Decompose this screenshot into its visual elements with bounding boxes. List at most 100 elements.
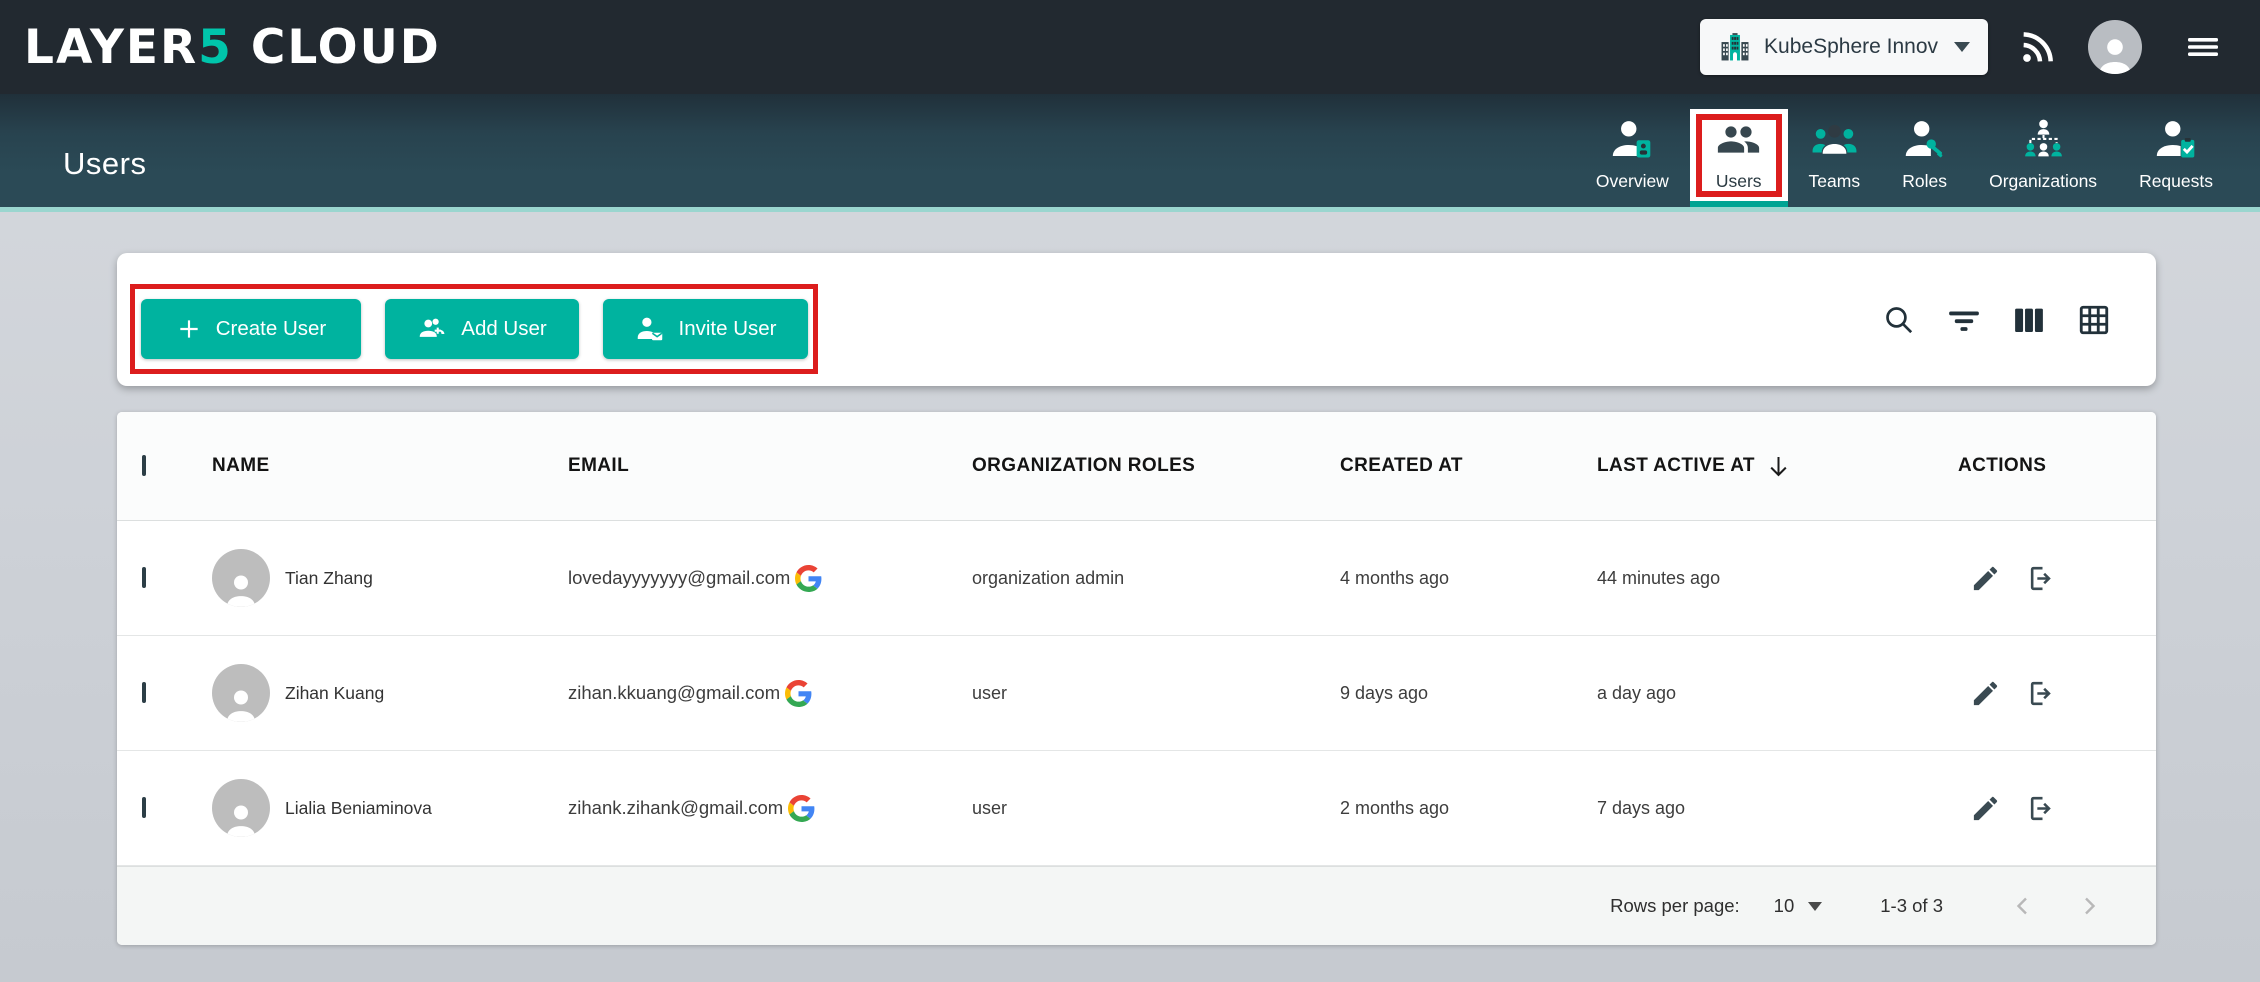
filter-icon[interactable] — [1947, 303, 1981, 337]
logout-icon[interactable] — [2027, 678, 2058, 709]
avatar — [212, 549, 270, 607]
top-app-bar: LAYER5 CLOUD — [0, 0, 2260, 94]
page-title: Users — [63, 146, 146, 182]
column-header-created-at[interactable]: CREATED AT — [1340, 455, 1597, 477]
created-at: 4 months ago — [1340, 568, 1597, 589]
tab-label: Organizations — [1989, 171, 2097, 192]
column-header-email[interactable]: EMAIL — [568, 455, 972, 477]
user-name: Tian Zhang — [285, 568, 373, 589]
tab-users[interactable]: Users — [1690, 109, 1788, 207]
organization-selector[interactable]: KubeSphere Innov — [1700, 19, 1988, 75]
row-checkbox[interactable] — [142, 567, 146, 588]
org-roles: user — [972, 798, 1340, 819]
logo-text-5: 5 — [198, 24, 233, 71]
rss-icon[interactable] — [2018, 27, 2058, 67]
last-active-at: 44 minutes ago — [1597, 568, 1958, 589]
organization-selector-label: KubeSphere Innov — [1764, 35, 1938, 59]
users-table: NAME EMAIL ORGANIZATION ROLES CREATED AT… — [117, 412, 2156, 945]
search-icon[interactable] — [1882, 303, 1916, 337]
table-pagination: Rows per page: 10 1-3 of 3 — [117, 866, 2156, 945]
person-badge-icon — [1610, 116, 1655, 162]
building-icon — [1718, 30, 1752, 64]
section-navbar: Users Overview Users — [0, 94, 2260, 212]
google-icon — [795, 565, 822, 592]
button-label: Add User — [461, 317, 546, 341]
people-icon — [1716, 116, 1761, 162]
button-label: Create User — [216, 317, 327, 341]
avatar — [212, 664, 270, 722]
last-active-at: a day ago — [1597, 683, 1958, 704]
select-all-checkbox[interactable] — [142, 455, 146, 476]
table-tools — [1882, 303, 2111, 337]
chevron-down-icon — [1808, 902, 1822, 911]
table-row: Lialia Beniaminova zihank.zihank@gmail.c… — [117, 751, 2156, 866]
tab-label: Users — [1716, 171, 1762, 192]
logo-text-layer: LAYER — [24, 24, 198, 71]
org-roles: organization admin — [972, 568, 1340, 589]
google-icon — [788, 795, 815, 822]
group-add-icon — [417, 314, 447, 344]
toolbar-buttons: Create User Add User — [141, 299, 808, 359]
invite-user-button[interactable]: Invite User — [603, 299, 808, 359]
created-at: 2 months ago — [1340, 798, 1597, 819]
table-row: Tian Zhang lovedayyyyyyy@gmail.com organ… — [117, 521, 2156, 636]
column-header-name[interactable]: NAME — [212, 455, 568, 477]
logout-icon[interactable] — [2027, 793, 2058, 824]
users-toolbar: Create User Add User — [117, 253, 2156, 386]
edit-icon[interactable] — [1970, 563, 2001, 594]
chevron-left-icon[interactable] — [2011, 894, 2035, 918]
edit-icon[interactable] — [1970, 793, 2001, 824]
person-key-icon — [1902, 116, 1947, 162]
tab-requests[interactable]: Requests — [2118, 116, 2234, 207]
tab-label: Requests — [2139, 171, 2213, 192]
table-row: Zihan Kuang zihan.kkuang@gmail.com user … — [117, 636, 2156, 751]
user-email: lovedayyyyyyy@gmail.com — [568, 567, 790, 589]
logo-text-cloud: CLOUD — [251, 24, 441, 71]
user-avatar-icon[interactable] — [2088, 20, 2142, 74]
user-name: Zihan Kuang — [285, 683, 384, 704]
row-checkbox[interactable] — [142, 797, 146, 818]
grid-view-icon[interactable] — [2077, 303, 2111, 337]
org-chart-icon — [2021, 116, 2066, 162]
user-name: Lialia Beniaminova — [285, 798, 432, 819]
chevron-down-icon — [1954, 42, 1970, 52]
table-header-row: NAME EMAIL ORGANIZATION ROLES CREATED AT… — [117, 412, 2156, 521]
arrow-down-icon — [1765, 453, 1792, 480]
created-at: 9 days ago — [1340, 683, 1597, 704]
tab-teams[interactable]: Teams — [1788, 116, 1882, 207]
add-user-button[interactable]: Add User — [385, 299, 579, 359]
last-active-at: 7 days ago — [1597, 798, 1958, 819]
pagination-range-label: 1-3 of 3 — [1880, 895, 1943, 917]
org-roles: user — [972, 683, 1340, 704]
tab-roles[interactable]: Roles — [1881, 116, 1968, 207]
column-header-last-active-at[interactable]: LAST ACTIVE AT — [1597, 453, 1958, 480]
rows-per-page-value: 10 — [1774, 895, 1795, 917]
view-columns-icon[interactable] — [2012, 303, 2046, 337]
user-email: zihank.zihank@gmail.com — [568, 797, 783, 819]
tab-organizations[interactable]: Organizations — [1968, 116, 2118, 207]
google-icon — [785, 680, 812, 707]
rows-per-page-label: Rows per page: — [1610, 895, 1740, 917]
layer5-cloud-logo[interactable]: LAYER5 CLOUD — [24, 24, 441, 71]
logout-icon[interactable] — [2027, 563, 2058, 594]
chevron-right-icon[interactable] — [2077, 894, 2101, 918]
team-icon — [1811, 116, 1858, 162]
person-clipboard-icon — [2154, 116, 2199, 162]
tab-label: Overview — [1596, 171, 1669, 192]
column-header-actions: ACTIONS — [1958, 455, 2156, 477]
create-user-button[interactable]: Create User — [141, 299, 361, 359]
plus-icon — [176, 316, 202, 342]
tab-label: Roles — [1902, 171, 1947, 192]
hamburger-menu-icon[interactable] — [2184, 32, 2222, 62]
column-header-org-roles[interactable]: ORGANIZATION ROLES — [972, 455, 1340, 477]
button-label: Invite User — [679, 317, 777, 341]
rows-per-page-select[interactable]: 10 — [1774, 895, 1823, 917]
row-checkbox[interactable] — [142, 682, 146, 703]
person-mail-icon — [635, 314, 665, 344]
nav-tabs: Overview Users — [1575, 109, 2260, 207]
active-tab-underline — [1690, 201, 1788, 207]
tab-label: Teams — [1809, 171, 1861, 192]
user-email: zihan.kkuang@gmail.com — [568, 682, 780, 704]
edit-icon[interactable] — [1970, 678, 2001, 709]
tab-overview[interactable]: Overview — [1575, 116, 1690, 207]
